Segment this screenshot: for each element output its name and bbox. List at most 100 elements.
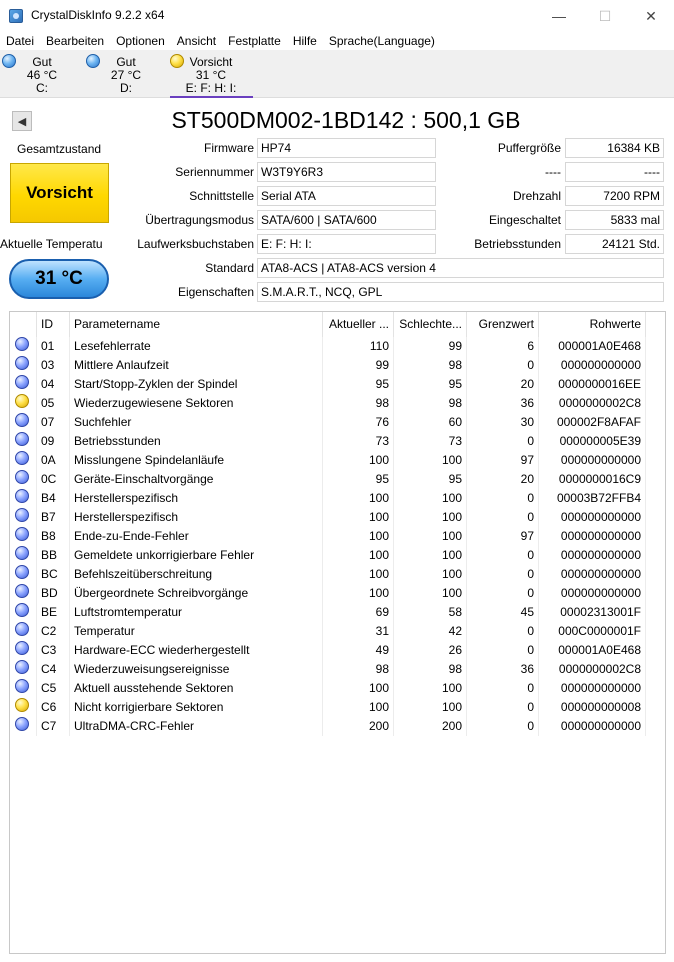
status-cell [10, 489, 37, 508]
drive-tab-efhi[interactable]: Vorsicht 31 °C E: F: H: I: [168, 52, 254, 96]
status-caution-icon [15, 698, 29, 712]
current-value: 76 [323, 413, 394, 432]
current-value: 95 [323, 375, 394, 394]
power-on-hours-label: Betriebsstunden [474, 237, 561, 251]
table-row[interactable]: 0A Misslungene Spindelanläufe 100 100 97 0000… [10, 451, 665, 470]
raw-value: 00002313001F [539, 603, 646, 622]
status-good-icon [15, 641, 29, 655]
table-row[interactable]: C3 Hardware-ECC wiederhergestellt 49 26 0 000… [10, 641, 665, 660]
status-caution-icon [170, 54, 184, 68]
current-value: 100 [323, 527, 394, 546]
table-row[interactable]: 01 Lesefehlerrate 110 99 6 000001A0E468 [10, 337, 665, 356]
table-row[interactable]: 05 Wiederzugewiesene Sektoren 98 98 36 000000… [10, 394, 665, 413]
table-row[interactable]: BB Gemeldete unkorrigierbare Fehler 100 100… [10, 546, 665, 565]
table-body: 01 Lesefehlerrate 110 99 6 000001A0E468 03 Mitt… [10, 337, 665, 736]
menu-sprache[interactable]: Sprache(Language) [323, 32, 441, 50]
attribute-name: Aktuell ausstehende Sektoren [70, 679, 323, 698]
current-value: 100 [323, 565, 394, 584]
table-row[interactable]: B8 Ende-zu-Ende-Fehler 100 100 97 00000000000… [10, 527, 665, 546]
attribute-name: Mittlere Anlaufzeit [70, 356, 323, 375]
attribute-id: C7 [37, 717, 70, 736]
table-row[interactable]: BE Luftstromtemperatur 69 58 45 00002313001F [10, 603, 665, 622]
table-row[interactable]: 04 Start/Stopp-Zyklen der Spindel 95 95 20 00… [10, 375, 665, 394]
worst-value: 42 [394, 622, 467, 641]
attribute-id: C3 [37, 641, 70, 660]
attribute-name: Herstellerspezifisch [70, 489, 323, 508]
status-good-icon [15, 603, 29, 617]
attribute-name: Misslungene Spindelanläufe [70, 451, 323, 470]
table-row[interactable]: B7 Herstellerspezifisch 100 100 0 00000000000… [10, 508, 665, 527]
drive-tab-c[interactable]: Gut 46 °C C: [0, 52, 84, 96]
status-cell [10, 394, 37, 413]
raw-value: 000000000000 [539, 584, 646, 603]
threshold-value: 20 [467, 375, 539, 394]
temperature-badge[interactable]: 31 °C [9, 259, 109, 299]
table-row[interactable]: C2 Temperatur 31 42 0 000C0000001F [10, 622, 665, 641]
firmware-label: Firmware [204, 141, 254, 155]
status-cell [10, 413, 37, 432]
table-row[interactable]: C7 UltraDMA-CRC-Fehler 200 200 0 000000000000 [10, 717, 665, 736]
drive-tab-d[interactable]: Gut 27 °C D: [84, 52, 168, 96]
status-cell [10, 470, 37, 489]
close-icon[interactable]: ✕ [628, 0, 674, 32]
table-row[interactable]: B4 Herstellerspezifisch 100 100 0 00003B72FFB… [10, 489, 665, 508]
raw-value: 000000000000 [539, 356, 646, 375]
column-header-threshold[interactable]: Grenzwert [467, 312, 539, 337]
attribute-name: Betriebsstunden [70, 432, 323, 451]
threshold-value: 0 [467, 489, 539, 508]
table-row[interactable]: C5 Aktuell ausstehende Sektoren 100 100 0 000… [10, 679, 665, 698]
table-row[interactable]: BD Übergeordnete Schreibvorgänge 100 100 0 00… [10, 584, 665, 603]
status-good-icon [15, 679, 29, 693]
table-row[interactable]: C6 Nicht korrigierbare Sektoren 100 100 0 000… [10, 698, 665, 717]
column-header-name[interactable]: Parametername [70, 312, 323, 337]
menu-datei[interactable]: Datei [0, 32, 40, 50]
worst-value: 98 [394, 394, 467, 413]
rotation-rate-value: 7200 RPM [565, 186, 664, 206]
attribute-name: Temperatur [70, 622, 323, 641]
transfer-mode-label: Übertragungsmodus [145, 213, 254, 227]
health-status-badge[interactable]: Vorsicht [10, 163, 109, 223]
status-good-icon [15, 451, 29, 465]
menu-festplatte[interactable]: Festplatte [222, 32, 287, 50]
attribute-id: 01 [37, 337, 70, 356]
raw-value: 000001A0E468 [539, 337, 646, 356]
column-header-status[interactable] [10, 312, 37, 337]
attribute-name: Suchfehler [70, 413, 323, 432]
drive-letters: E: F: H: I: [185, 81, 237, 95]
status-cell [10, 679, 37, 698]
status-good-icon [15, 508, 29, 522]
threshold-value: 0 [467, 432, 539, 451]
worst-value: 58 [394, 603, 467, 622]
menu-optionen[interactable]: Optionen [110, 32, 171, 50]
table-row[interactable]: C4 Wiederzuweisungsereignisse 98 98 36 000000… [10, 660, 665, 679]
table-row[interactable]: 07 Suchfehler 76 60 30 000002F8AFAF [10, 413, 665, 432]
column-header-current[interactable]: Aktueller ... [323, 312, 394, 337]
column-header-raw[interactable]: Rohwerte [539, 312, 646, 337]
threshold-value: 0 [467, 641, 539, 660]
column-header-worst[interactable]: Schlechte... [394, 312, 467, 337]
maximize-icon[interactable]: ☐ [582, 0, 628, 32]
attribute-name: Übergeordnete Schreibvorgänge [70, 584, 323, 603]
status-cell [10, 337, 37, 356]
table-row[interactable]: 09 Betriebsstunden 73 73 0 000000005E39 [10, 432, 665, 451]
attribute-name: Befehlszeitüberschreitung [70, 565, 323, 584]
attribute-name: Start/Stopp-Zyklen der Spindel [70, 375, 323, 394]
menu-hilfe[interactable]: Hilfe [287, 32, 323, 50]
menu-bearbeiten[interactable]: Bearbeiten [40, 32, 110, 50]
status-cell [10, 622, 37, 641]
power-on-hours-value: 24121 Std. [565, 234, 664, 254]
raw-value: 000000000000 [539, 565, 646, 584]
threshold-value: 0 [467, 356, 539, 375]
status-cell [10, 375, 37, 394]
column-header-id[interactable]: ID [37, 312, 70, 337]
status-good-icon [15, 584, 29, 598]
status-cell [10, 451, 37, 470]
table-row[interactable]: 03 Mittlere Anlaufzeit 99 98 0 000000000000 [10, 356, 665, 375]
minimize-icon[interactable]: — [536, 0, 582, 32]
temperature-label: Aktuelle Temperatu [0, 237, 103, 251]
smart-attributes-table[interactable]: ID Parametername Aktueller ... Schlechte… [9, 311, 666, 954]
table-row[interactable]: 0C Geräte-Einschaltvorgänge 95 95 20 00000000… [10, 470, 665, 489]
raw-value: 000000000008 [539, 698, 646, 717]
menu-ansicht[interactable]: Ansicht [171, 32, 222, 50]
table-row[interactable]: BC Befehlszeitüberschreitung 100 100 0 000000… [10, 565, 665, 584]
